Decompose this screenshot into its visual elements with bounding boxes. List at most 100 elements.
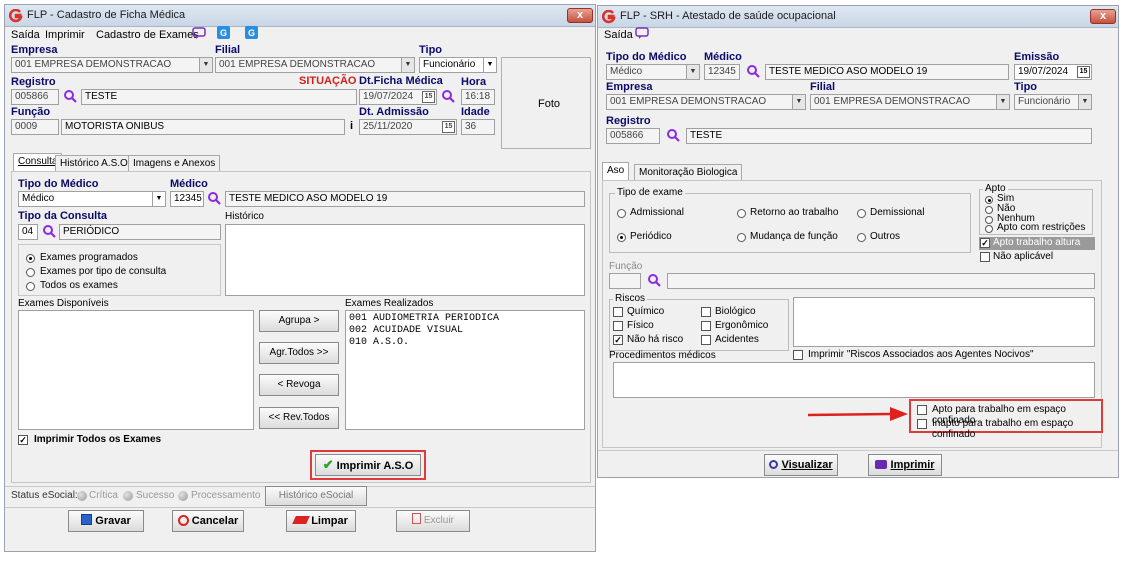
registro-name-field[interactable]: TESTE: [686, 128, 1092, 144]
menu-cadastro-exames[interactable]: Cadastro de Exames: [96, 29, 199, 41]
right-close-button[interactable]: x: [1090, 9, 1116, 24]
apto-altura-checkbox[interactable]: ✓: [980, 238, 990, 248]
tipo-medico-select[interactable]: Médico ▼: [606, 64, 700, 80]
registro-code-field[interactable]: 005866: [606, 128, 660, 144]
search-icon[interactable]: [207, 191, 221, 205]
radio-apto-nenhum[interactable]: [985, 216, 993, 224]
medico-name-field[interactable]: TESTE MEDICO ASO MODELO 19: [225, 191, 585, 207]
search-icon[interactable]: [441, 89, 455, 103]
emissao-field[interactable]: 19/07/2024 15: [1014, 64, 1092, 80]
search-icon[interactable]: [746, 64, 760, 78]
info-icon[interactable]: i: [350, 120, 353, 132]
idade-field[interactable]: 36: [461, 119, 495, 135]
medico-name-field[interactable]: TESTE MEDICO ASO MODELO 19: [765, 64, 1009, 80]
radio-exames-programados[interactable]: [26, 254, 35, 263]
check-icon: ✔: [322, 457, 334, 472]
medico-code-field[interactable]: 12345: [704, 64, 740, 80]
tipo-consulta-name-field[interactable]: PERIÓDICO: [59, 224, 221, 240]
radio-outros[interactable]: [857, 233, 866, 242]
tab-historico-aso[interactable]: Histórico A.S.O.: [55, 155, 136, 172]
funcao-name-field[interactable]: [667, 273, 1095, 289]
search-icon[interactable]: [666, 128, 680, 142]
list-item[interactable]: 010 A.S.O.: [349, 337, 581, 349]
imprimir-riscos-label: Imprimir "Riscos Associados aos Agentes …: [808, 349, 1034, 360]
imprimir-todos-checkbox[interactable]: ✓: [18, 435, 28, 445]
historico-textarea[interactable]: [225, 224, 585, 296]
agrupa-button[interactable]: Agrupa >: [259, 310, 339, 332]
tipo-medico-select[interactable]: Médico ▼: [18, 191, 166, 207]
radio-retorno-trabalho[interactable]: [737, 209, 746, 218]
filial-select[interactable]: 001 EMPRESA DEMONSTRACAO ▼: [810, 94, 1010, 110]
excluir-button[interactable]: Excluir: [396, 510, 470, 532]
radio-periodico[interactable]: [617, 233, 626, 242]
funcao-code-field[interactable]: 0009: [11, 119, 59, 135]
biologico-checkbox[interactable]: [701, 307, 711, 317]
chat-icon[interactable]: [635, 27, 649, 40]
calendar-icon[interactable]: 15: [422, 91, 435, 103]
empresa-select[interactable]: 001 EMPRESA DEMONSTRACAO ▼: [606, 94, 806, 110]
calendar-icon[interactable]: 15: [1077, 66, 1090, 78]
tab-monitoracao-biologica[interactable]: Monitoração Biologica: [634, 164, 743, 181]
radio-apto-restricoes[interactable]: [985, 225, 993, 233]
imprimir-riscos-checkbox[interactable]: [793, 350, 803, 360]
google-icon-1[interactable]: G: [217, 26, 230, 39]
tipo-select[interactable]: Funcionário ▼: [1014, 94, 1092, 110]
agr-todos-button[interactable]: Agr.Todos >>: [259, 342, 339, 364]
apto-confinado-checkbox[interactable]: [917, 405, 927, 415]
quimico-checkbox[interactable]: [613, 307, 623, 317]
empresa-select[interactable]: 001 EMPRESA DEMONSTRACAO ▼: [11, 57, 213, 73]
nao-aplicavel-checkbox[interactable]: [980, 252, 990, 262]
inapto-confinado-checkbox[interactable]: [917, 419, 927, 429]
chat-icon[interactable]: [192, 27, 206, 40]
search-icon[interactable]: [63, 89, 77, 103]
menu-saida[interactable]: Saída: [604, 29, 633, 41]
filial-select[interactable]: 001 EMPRESA DEMONSTRACAO ▼: [215, 57, 415, 73]
tipo-select[interactable]: Funcionário ▼: [419, 57, 497, 73]
tipo-consulta-code-field[interactable]: 04: [18, 224, 38, 240]
dt-admissao-field[interactable]: 25/11/2020 15: [359, 119, 457, 135]
imprimir-aso-button[interactable]: ✔ Imprimir A.S.O: [315, 454, 421, 476]
photo-frame[interactable]: Foto: [501, 57, 591, 149]
funcao-code-field[interactable]: [609, 273, 641, 289]
left-close-button[interactable]: x: [567, 8, 593, 23]
funcao-name-field[interactable]: MOTORISTA ONIBUS: [61, 119, 345, 135]
radio-demissional[interactable]: [857, 209, 866, 218]
riscos-textarea[interactable]: [793, 297, 1095, 347]
acidentes-checkbox[interactable]: [701, 335, 711, 345]
radio-mudanca-funcao[interactable]: [737, 233, 746, 242]
rev-todos-button[interactable]: << Rev.Todos: [259, 407, 339, 429]
google-icon-2[interactable]: G: [245, 26, 258, 39]
list-item[interactable]: 002 ACUIDADE VISUAL: [349, 325, 581, 337]
procedimentos-textarea[interactable]: [613, 362, 1095, 398]
historico-esocial-button[interactable]: Histórico eSocial: [265, 486, 367, 506]
registro-name-field[interactable]: TESTE: [81, 89, 357, 105]
menu-imprimir[interactable]: Imprimir: [45, 29, 85, 41]
nao-ha-risco-checkbox[interactable]: ✓: [613, 335, 623, 345]
list-item[interactable]: 001 AUDIOMETRIA PERIODICA: [349, 313, 581, 325]
revoga-button[interactable]: < Revoga: [259, 374, 339, 396]
tab-imagens-anexos[interactable]: Imagens e Anexos: [128, 155, 221, 172]
imprimir-button[interactable]: Imprimir: [868, 454, 942, 476]
exames-disponiveis-list[interactable]: [18, 310, 254, 430]
visualizar-button[interactable]: Visualizar: [764, 454, 838, 476]
exames-realizados-list[interactable]: 001 AUDIOMETRIA PERIODICA 002 ACUIDADE V…: [345, 310, 585, 430]
hora-field[interactable]: 16:18: [461, 89, 495, 105]
radio-apto-nao[interactable]: [985, 206, 993, 214]
limpar-button[interactable]: Limpar: [286, 510, 356, 532]
menu-saida[interactable]: Saída: [11, 29, 40, 41]
tab-aso[interactable]: Aso: [602, 162, 630, 181]
gravar-button[interactable]: Gravar: [68, 510, 144, 532]
search-icon[interactable]: [42, 224, 56, 238]
radio-admissional[interactable]: [617, 209, 626, 218]
radio-exames-tipo-consulta[interactable]: [26, 268, 35, 277]
radio-apto-sim[interactable]: [985, 196, 993, 204]
cancelar-button[interactable]: Cancelar: [172, 510, 244, 532]
calendar-icon[interactable]: 15: [442, 121, 455, 133]
fisico-checkbox[interactable]: [613, 321, 623, 331]
dt-ficha-field[interactable]: 19/07/2024 15: [359, 89, 437, 105]
medico-code-field[interactable]: 12345: [170, 191, 204, 207]
registro-code-field[interactable]: 005866: [11, 89, 59, 105]
radio-todos-exames[interactable]: [26, 282, 35, 291]
ergonomico-checkbox[interactable]: [701, 321, 711, 331]
search-icon[interactable]: [647, 273, 661, 287]
